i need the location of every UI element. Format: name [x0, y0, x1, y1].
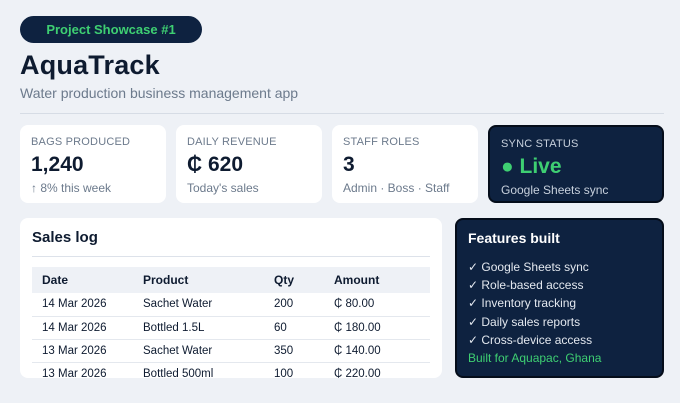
stat-subtext: Google Sheets sync — [501, 183, 609, 197]
sales-table: Date Product Qty Amount 14 Mar 2026 Sach… — [32, 267, 430, 378]
stat-card-bags-produced: BAGS PRODUCED 1,240 ↑ 8% this week — [20, 125, 166, 203]
sales-log-panel: Sales log Date Product Qty Amount 14 Mar… — [20, 218, 442, 378]
features-panel: Features built ✓ Google Sheets sync ✓ Ro… — [455, 218, 664, 378]
stat-label: BAGS PRODUCED — [31, 136, 131, 148]
cell-date: 14 Mar 2026 — [32, 316, 133, 340]
column-header-date: Date — [32, 267, 133, 293]
column-header-amount: Amount — [324, 267, 430, 293]
cell-product: Bottled 1.5L — [133, 316, 264, 340]
stat-value: 3 — [343, 153, 355, 176]
stat-card-daily-revenue: DAILY REVENUE ₵ 620 Today's sales — [176, 125, 322, 203]
live-status-indicator: ● Live — [501, 155, 562, 178]
stat-label: DAILY REVENUE — [187, 136, 277, 148]
cell-product: Bottled 500ml — [143, 367, 214, 378]
cell-date: 13 Mar 2026 — [32, 339, 133, 363]
table-row: 13 Mar 2026 Sachet Water 350 ₵ 140.00 — [32, 339, 430, 363]
cell-qty: 60 — [264, 316, 324, 340]
cell-amount: ₵ 80.00 — [324, 293, 430, 317]
stat-card-sync-status: SYNC STATUS ● Live Google Sheets sync — [488, 125, 664, 203]
stat-value: 1,240 — [31, 153, 84, 176]
features-title: Features built — [468, 230, 560, 246]
stat-label: STAFF ROLES — [343, 136, 420, 148]
stat-value: ₵ 620 — [187, 153, 244, 176]
panel-divider — [32, 256, 430, 257]
app-title: AquaTrack — [20, 50, 160, 80]
app-subtitle: Water production business management app — [20, 85, 299, 101]
column-header-qty: Qty — [264, 267, 324, 293]
cell-product: Sachet Water — [133, 339, 264, 363]
feature-item: ✓ Google Sheets sync — [468, 260, 589, 274]
cell-amount: ₵ 180.00 — [324, 316, 430, 340]
table-header-row: Date Product Qty Amount — [32, 267, 430, 293]
cell-date: 14 Mar 2026 — [32, 293, 133, 317]
feature-item: ✓ Daily sales reports — [468, 314, 581, 329]
header-divider — [20, 113, 664, 114]
cell-qty: 200 — [264, 293, 324, 317]
cell-qty: 350 — [264, 339, 324, 363]
stat-subtext: Admin · Boss · Staff — [343, 181, 450, 195]
table-row: 13 Mar 2026 Bottled 500ml 100 ₵ 220.00 — [32, 362, 430, 378]
feature-item: ✓ Inventory tracking — [468, 296, 577, 311]
stat-subtext: Today's sales — [187, 181, 259, 195]
cell-qty: 100 — [274, 367, 294, 378]
stat-subtext: ↑ 8% this week — [31, 181, 112, 195]
stat-label: SYNC STATUS — [501, 138, 579, 150]
column-header-product: Product — [133, 267, 264, 293]
cell-amount: ₵ 140.00 — [324, 339, 430, 363]
features-footnote: Built for Aquapac, Ghana — [468, 350, 602, 365]
table-row: 14 Mar 2026 Bottled 1.5L 60 ₵ 180.00 — [32, 316, 430, 340]
sales-log-title: Sales log — [32, 229, 98, 246]
cell-amount: ₵ 220.00 — [334, 367, 381, 378]
table-row: 14 Mar 2026 Sachet Water 200 ₵ 80.00 — [32, 293, 430, 317]
cell-product: Sachet Water — [133, 293, 264, 317]
stat-card-staff-roles: STAFF ROLES 3 Admin · Boss · Staff — [332, 125, 478, 203]
feature-item: ✓ Role-based access — [468, 278, 584, 293]
cell-date: 13 Mar 2026 — [42, 367, 107, 378]
project-showcase-badge: Project Showcase #1 — [20, 16, 202, 43]
feature-item: ✓ Cross-device access — [468, 332, 593, 347]
